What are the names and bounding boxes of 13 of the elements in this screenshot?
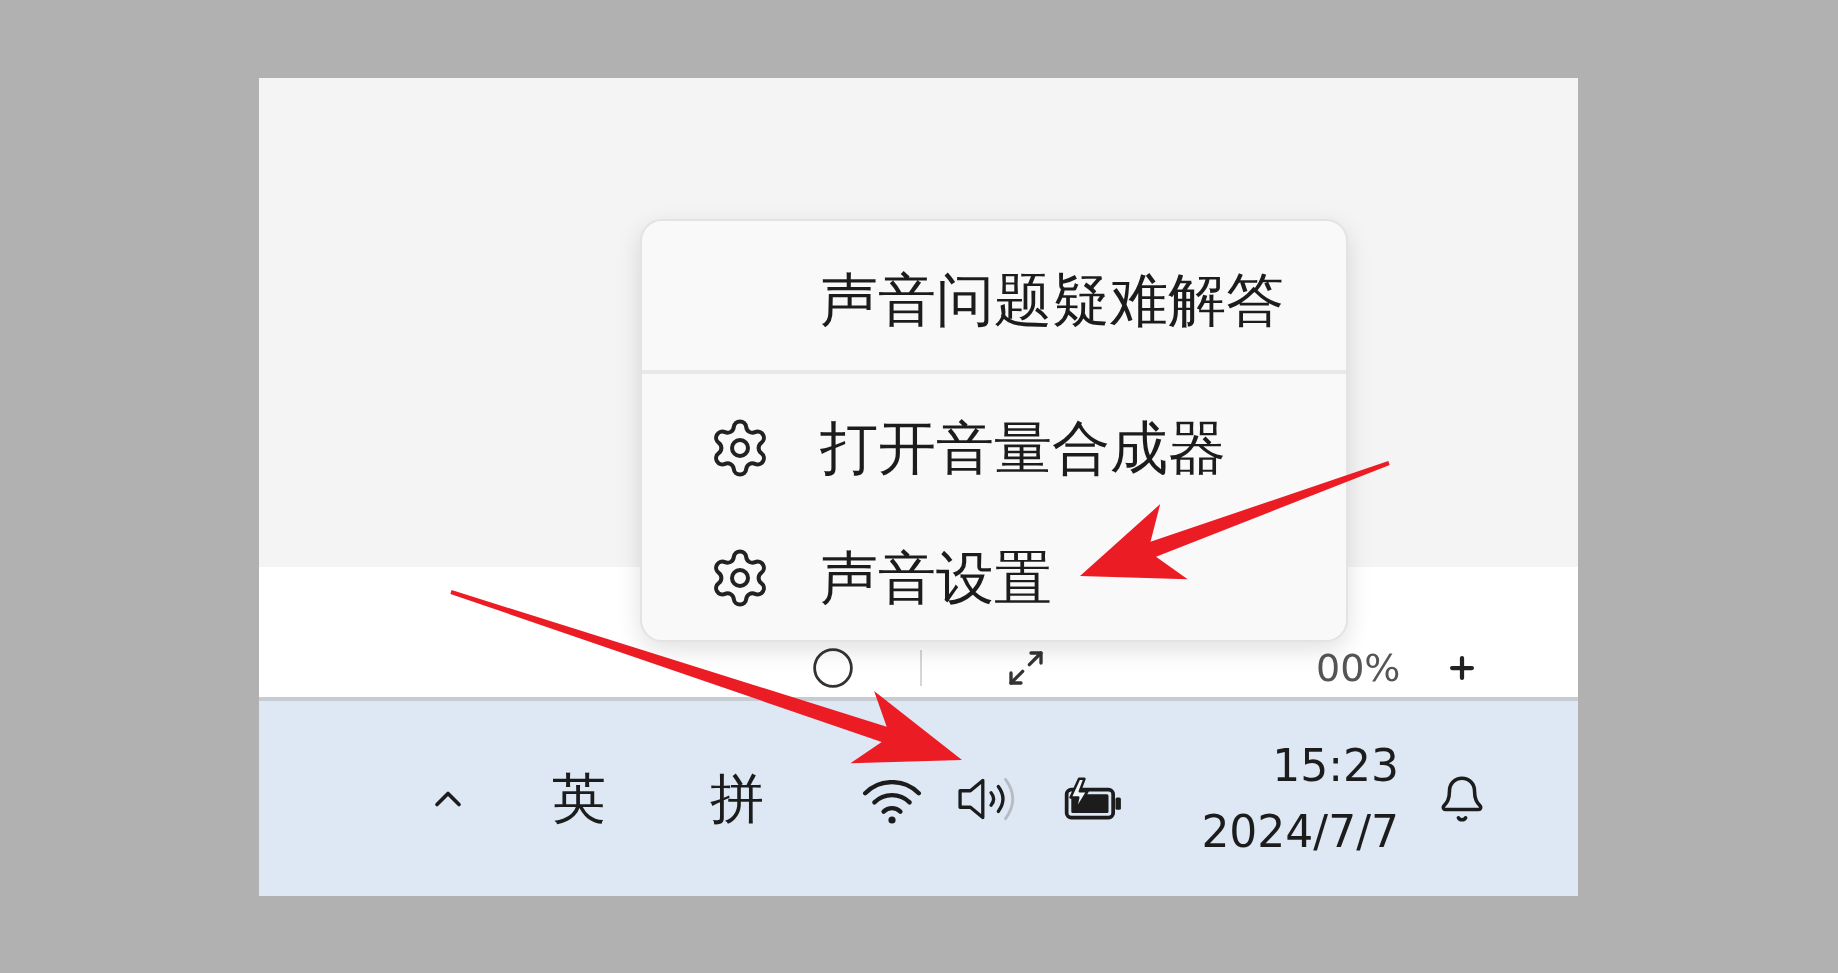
date-text: 2024/7/7 — [1201, 804, 1399, 859]
time-text: 15:23 — [1272, 738, 1399, 793]
circle-icon[interactable] — [812, 647, 854, 689]
expand-icon[interactable] — [1006, 648, 1046, 688]
clock[interactable]: 15:23 2024/7/7 — [1179, 732, 1399, 865]
wifi-icon[interactable] — [862, 780, 922, 825]
menu-item[interactable]: 打开音量合成器 — [642, 383, 1346, 513]
input-language-button[interactable]: 英 — [552, 771, 606, 826]
charging-battery-icon[interactable] — [1062, 776, 1124, 821]
menu-item[interactable]: 声音问题疑难解答 — [642, 235, 1346, 365]
menu-item[interactable]: 声音设置 — [642, 513, 1346, 643]
input-mode-button[interactable]: 拼 — [710, 771, 764, 826]
zoom-level: 00% — [1316, 649, 1401, 687]
